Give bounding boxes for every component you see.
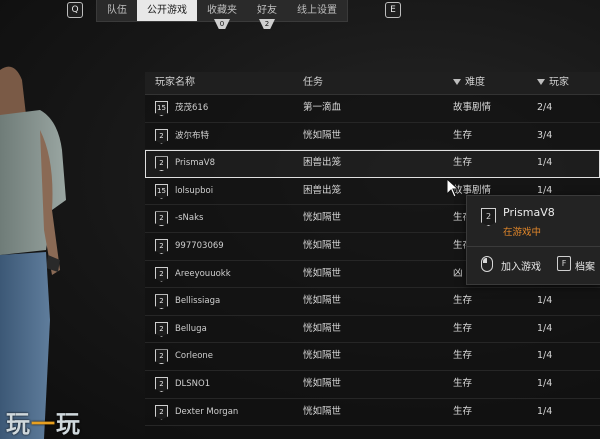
sort-arrow-icon xyxy=(453,79,461,85)
table-row[interactable]: 2 PrismaV8 困兽出笼 生存 1/4 xyxy=(145,150,600,178)
table-row[interactable]: 2 Corleone 恍如隔世 生存 1/4 xyxy=(145,343,600,371)
difficulty: 生存 xyxy=(453,405,473,417)
difficulty: 生存 xyxy=(453,377,473,389)
table-row[interactable]: 2 Belluga 恍如隔世 生存 1/4 xyxy=(145,316,600,344)
task-name: 恍如隔世 xyxy=(303,350,342,362)
task-name: 第一滴血 xyxy=(303,102,342,113)
header-task[interactable]: 任务 xyxy=(303,72,323,94)
player-level-badge: 2 xyxy=(155,128,168,144)
player-count: 1/4 xyxy=(537,322,553,334)
tab-favorites[interactable]: 收藏夹 0 xyxy=(197,0,247,29)
task-name: 困兽出笼 xyxy=(303,184,342,196)
player-level-badge: 2 xyxy=(155,294,168,310)
watermark-char-1: 玩 xyxy=(6,410,31,438)
top-navigation: Q 队伍 公开游戏 收藏夹 0 好友 2 线上设置 E xyxy=(0,0,600,29)
tooltip-actions: 加入游戏 F 档案 xyxy=(467,246,600,284)
difficulty: 故事剧情 xyxy=(453,102,492,113)
player-level-badge: 15 xyxy=(155,183,168,199)
player-level-badge: 2 xyxy=(155,156,168,172)
tooltip-level-badge: 2 xyxy=(481,208,496,226)
tab-online-settings-label: 线上设置 xyxy=(297,5,337,16)
player-name: DLSNO1 xyxy=(175,378,211,389)
player-level-badge: 15 xyxy=(155,101,168,116)
task-name: 恍如隔世 xyxy=(303,129,342,141)
tab-friends-label: 好友 xyxy=(257,5,277,16)
player-level-badge: 2 xyxy=(155,349,168,365)
tab-friends[interactable]: 好友 2 xyxy=(247,0,287,29)
player-name: lolsupboi xyxy=(175,185,214,196)
list-header: 玩家名称 任务 难度 玩家 xyxy=(145,72,600,95)
player-count: 1/4 xyxy=(537,157,553,169)
task-name: 困兽出笼 xyxy=(303,157,342,169)
tab-bar: 队伍 公开游戏 收藏夹 0 好友 2 线上设置 xyxy=(96,0,348,29)
difficulty: 生存 xyxy=(453,350,473,362)
player-name: Corleone xyxy=(175,351,214,362)
player-name: PrismaV8 xyxy=(175,158,215,169)
task-name: 恍如隔世 xyxy=(303,239,342,251)
sort-arrow-icon xyxy=(537,79,545,85)
watermark-char-3: 玩 xyxy=(56,410,81,438)
player-name: 波尔布特 xyxy=(175,130,210,141)
player-count: 3/4 xyxy=(537,129,553,141)
task-name: 恍如隔世 xyxy=(303,322,342,334)
player-name: 997703069 xyxy=(175,240,224,251)
header-players[interactable]: 玩家 xyxy=(537,72,569,94)
tab-public-games[interactable]: 公开游戏 xyxy=(137,0,197,21)
player-name: -sNaks xyxy=(175,213,204,224)
table-row[interactable]: 15 茂茂616 第一滴血 故事剧情 2/4 xyxy=(145,95,600,123)
tab-online-settings[interactable]: 线上设置 xyxy=(287,0,347,21)
task-name: 恍如隔世 xyxy=(303,405,342,417)
player-count: 2/4 xyxy=(537,102,553,113)
difficulty: 生存 xyxy=(453,295,473,307)
player-name: Bellissiaga xyxy=(175,296,221,307)
player-count: 1/4 xyxy=(537,377,553,389)
tab-team[interactable]: 队伍 xyxy=(97,0,137,21)
task-name: 恍如隔世 xyxy=(303,377,342,389)
player-level-badge: 2 xyxy=(155,238,168,254)
player-level-badge: 2 xyxy=(155,211,168,227)
player-count: 1/4 xyxy=(537,295,553,307)
player-name: Areeyouuokk xyxy=(175,268,231,279)
profile-button[interactable]: 档案 xyxy=(575,258,595,273)
profile-key[interactable]: F xyxy=(557,256,571,271)
table-row[interactable]: 2 Dexter Morgan 恍如隔世 生存 1/4 xyxy=(145,399,600,427)
watermark-logo: 玩一玩 xyxy=(6,404,81,439)
tab-favorites-label: 收藏夹 xyxy=(207,5,237,16)
player-name: Dexter Morgan xyxy=(175,406,239,417)
header-players-label: 玩家 xyxy=(549,77,569,88)
player-level-badge: 2 xyxy=(155,266,168,282)
player-level-badge: 2 xyxy=(155,404,168,420)
mouse-left-click-icon xyxy=(481,256,493,272)
task-name: 恍如隔世 xyxy=(303,212,342,224)
player-tooltip: 2 PrismaV8 在游戏中 加入游戏 F 档案 xyxy=(466,195,600,285)
player-name: 茂茂616 xyxy=(175,103,209,113)
header-difficulty-label: 难度 xyxy=(465,77,485,88)
difficulty: 生存 xyxy=(453,129,473,141)
mouse-cursor-icon xyxy=(446,178,460,198)
tab-team-label: 队伍 xyxy=(107,5,127,16)
tooltip-status: 在游戏中 xyxy=(503,227,542,238)
prev-tab-key[interactable]: Q xyxy=(67,2,83,18)
player-level-badge: 2 xyxy=(155,376,168,392)
join-game-button[interactable]: 加入游戏 xyxy=(501,258,541,273)
table-row[interactable]: 2 Bellissiaga 恍如隔世 生存 1/4 xyxy=(145,288,600,316)
tab-public-games-label: 公开游戏 xyxy=(147,5,187,16)
table-row[interactable]: 2 波尔布特 恍如隔世 生存 3/4 xyxy=(145,123,600,151)
task-name: 恍如隔世 xyxy=(303,295,342,307)
watermark-char-2: 一 xyxy=(31,410,56,438)
character-figure xyxy=(0,66,66,439)
player-level-badge: 2 xyxy=(155,321,168,337)
player-name: Belluga xyxy=(175,323,207,334)
difficulty: 生存 xyxy=(453,322,473,334)
task-name: 恍如隔世 xyxy=(303,267,342,279)
table-row[interactable]: 2 DLSNO1 恍如隔世 生存 1/4 xyxy=(145,371,600,399)
next-tab-key[interactable]: E xyxy=(385,2,401,18)
tooltip-player-name: PrismaV8 xyxy=(503,206,555,219)
difficulty: 凶 xyxy=(453,267,463,279)
header-player-name[interactable]: 玩家名称 xyxy=(155,72,195,94)
player-count: 1/4 xyxy=(537,405,553,417)
difficulty: 生存 xyxy=(453,157,473,169)
player-count: 1/4 xyxy=(537,350,553,362)
header-difficulty[interactable]: 难度 xyxy=(453,72,485,94)
